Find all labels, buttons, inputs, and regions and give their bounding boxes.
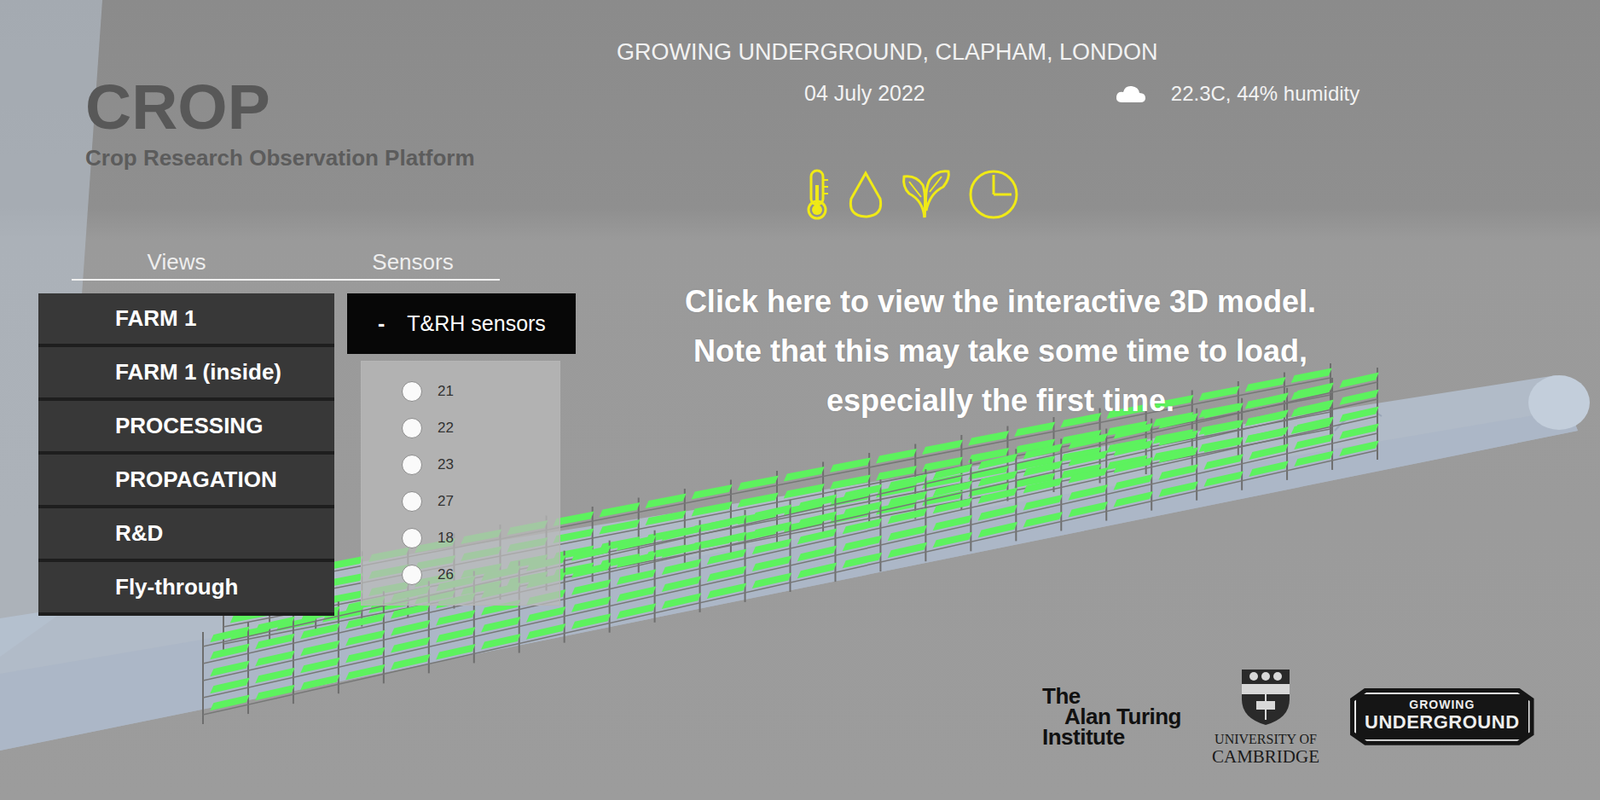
view-button[interactable]: PROPAGATION bbox=[38, 454, 335, 509]
sensor-radio[interactable] bbox=[401, 381, 423, 402]
sensors-heading: Sensors bbox=[325, 249, 500, 279]
turing-text: Alan Turing bbox=[1042, 706, 1182, 727]
cambridge-text: CAMBRIDGE bbox=[1211, 747, 1320, 767]
sensor-label[interactable]: 23 bbox=[437, 456, 454, 474]
metric-icons bbox=[801, 168, 1021, 221]
sensor-radio[interactable] bbox=[401, 564, 423, 586]
sensors-group: -T&RH sensors 21 22 23 27 18 26 bbox=[347, 293, 576, 606]
growing-underground-text: GROWING bbox=[1408, 697, 1475, 713]
sensor-item[interactable]: 21 bbox=[401, 380, 560, 403]
cambridge-logo: UNIVERSITY OFCAMBRIDGE bbox=[1211, 666, 1320, 767]
sensor-radio[interactable] bbox=[401, 491, 423, 512]
view-label[interactable]: Fly-through bbox=[115, 573, 238, 601]
panel-headings: Views Sensors bbox=[71, 249, 500, 281]
view-button[interactable]: FARM 1 (inside) bbox=[38, 347, 335, 401]
brand: CROP Crop Research Observation Platform bbox=[85, 75, 476, 171]
turing-text: The bbox=[1042, 685, 1182, 707]
turing-text: Institute bbox=[1042, 726, 1182, 748]
sensor-list: 21 22 23 27 18 26 bbox=[360, 360, 561, 606]
collapse-symbol[interactable]: - bbox=[377, 311, 385, 337]
view-button[interactable]: FARM 1 bbox=[38, 293, 335, 348]
sensor-label[interactable]: 22 bbox=[437, 419, 454, 437]
sensor-label[interactable]: 18 bbox=[437, 529, 454, 547]
water-drop-icon[interactable] bbox=[846, 169, 886, 220]
plant-icon[interactable] bbox=[898, 168, 954, 221]
sensor-item[interactable]: 18 bbox=[401, 527, 560, 550]
app-subtitle: Crop Research Observation Platform bbox=[85, 145, 476, 171]
sensor-item[interactable]: 27 bbox=[401, 490, 560, 513]
view-label[interactable]: PROPAGATION bbox=[115, 466, 278, 493]
growing-underground-logo: GROWINGUNDERGROUND bbox=[1350, 688, 1535, 746]
prompt-line[interactable]: especially the first time. bbox=[826, 376, 1175, 426]
thermometer-icon[interactable] bbox=[801, 168, 833, 221]
sensor-item[interactable]: 26 bbox=[401, 563, 560, 586]
control-panel: Views Sensors FARM 1 FARM 1 (inside) PROCESS… bbox=[38, 249, 576, 616]
date-weather-row: 04 July 2022 22.3C, 44% humidity bbox=[804, 81, 1360, 106]
cloud-icon bbox=[1114, 83, 1148, 105]
view-label[interactable]: FARM 1 (inside) bbox=[115, 359, 282, 386]
view-button[interactable]: PROCESSING bbox=[38, 400, 335, 455]
partner-logos: TheAlan TuringInstitute UNIVERSITY OFCAMB… bbox=[1042, 666, 1535, 767]
cambridge-text: UNIVERSITY OF bbox=[1214, 731, 1317, 748]
location-label: GROWING UNDERGROUND, CLAPHAM, LONDON bbox=[616, 40, 1159, 66]
prompt-line[interactable]: Note that this may take some time to loa… bbox=[693, 326, 1308, 377]
view-button[interactable]: Fly-through bbox=[38, 562, 335, 616]
sensor-label[interactable]: 26 bbox=[437, 566, 454, 584]
sensor-radio[interactable] bbox=[401, 417, 423, 439]
sensor-label[interactable]: 21 bbox=[437, 382, 454, 400]
sensor-item[interactable]: 23 bbox=[401, 453, 560, 476]
sensor-radio[interactable] bbox=[401, 527, 423, 549]
view-label[interactable]: FARM 1 bbox=[115, 305, 197, 332]
weather-label: 22.3C, 44% humidity bbox=[1171, 81, 1360, 106]
sensor-group-toggle[interactable]: -T&RH sensors bbox=[347, 293, 576, 354]
view-label[interactable]: PROCESSING bbox=[115, 412, 263, 440]
prompt-line[interactable]: Click here to view the interactive 3D mo… bbox=[684, 277, 1316, 327]
views-heading: Views bbox=[71, 249, 282, 279]
sensor-label[interactable]: 27 bbox=[437, 492, 454, 511]
view-button[interactable]: R&D bbox=[38, 508, 335, 563]
load-model-prompt[interactable]: Click here to view the interactive 3D mo… bbox=[561, 277, 1440, 426]
views-list: FARM 1 FARM 1 (inside) PROCESSING PROPAGATI… bbox=[38, 293, 335, 616]
growing-underground-text: UNDERGROUND bbox=[1364, 712, 1520, 733]
app-title: CROP bbox=[85, 75, 476, 140]
view-label[interactable]: R&D bbox=[115, 520, 163, 547]
turing-logo: TheAlan TuringInstitute bbox=[1042, 685, 1182, 748]
growing-underground-badge: GROWINGUNDERGROUND bbox=[1354, 692, 1531, 742]
sensor-group-label[interactable]: T&RH sensors bbox=[406, 311, 546, 337]
sensor-radio[interactable] bbox=[401, 454, 423, 476]
clock-icon[interactable] bbox=[967, 168, 1021, 221]
cambridge-crest-icon bbox=[1239, 666, 1293, 727]
panel-body: FARM 1 FARM 1 (inside) PROCESSING PROPAGATI… bbox=[38, 293, 576, 616]
date-label: 04 July 2022 bbox=[804, 81, 926, 106]
sensor-item[interactable]: 22 bbox=[401, 417, 560, 440]
